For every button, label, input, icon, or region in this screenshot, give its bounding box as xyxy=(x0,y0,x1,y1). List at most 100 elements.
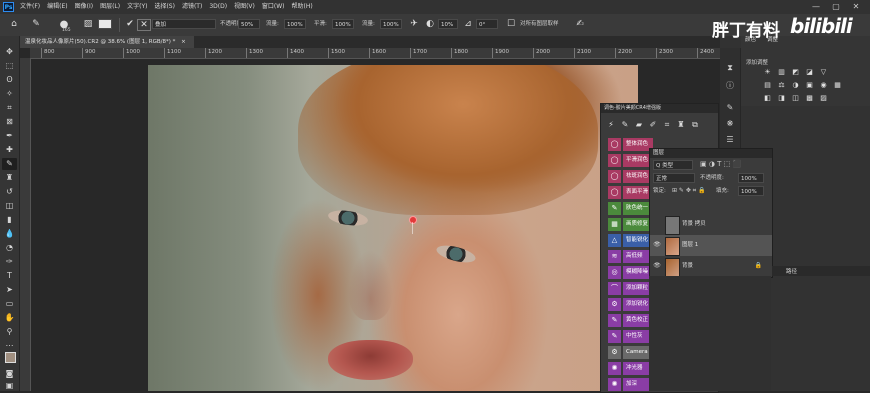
action-item[interactable]: ▦ 画质修复 xyxy=(608,218,653,231)
info-icon[interactable]: ⓘ xyxy=(724,80,736,92)
eraser-tool-icon[interactable]: ◫ xyxy=(2,200,17,212)
angle-field[interactable]: 10% xyxy=(438,19,458,29)
action-item[interactable]: ✺ 加深 xyxy=(608,378,653,391)
lasso-tool-icon[interactable]: ʘ xyxy=(2,74,17,86)
type-tool-icon[interactable]: T xyxy=(2,270,17,282)
action-item[interactable]: ✎ 中性灰 xyxy=(608,330,653,343)
quick-select-tool-icon[interactable]: ✧ xyxy=(2,88,17,100)
layer-visibility-icon[interactable]: 👁 xyxy=(653,241,661,249)
menu-type[interactable]: 文字(Y) xyxy=(127,0,147,14)
channel-mixer-icon[interactable]: ◉ xyxy=(819,82,828,89)
pen-tool-icon[interactable]: ✑ xyxy=(2,256,17,268)
layer-blend-dropdown[interactable]: 正常 xyxy=(653,173,695,183)
flow-field[interactable]: 100% xyxy=(284,19,306,29)
rotation-field[interactable]: 0° xyxy=(476,19,498,29)
flow2-field[interactable]: 100% xyxy=(380,19,402,29)
photo-filter-icon[interactable]: ▣ xyxy=(805,82,814,89)
stamp-tool-icon[interactable]: ♜ xyxy=(2,172,17,184)
action-item[interactable]: ⚙Camera Raw xyxy=(608,346,653,359)
invert-icon[interactable]: ◧ xyxy=(763,95,772,102)
erase-icon[interactable]: ✔ xyxy=(124,18,136,31)
mode-dropdown[interactable]: 叠加 xyxy=(152,19,216,29)
photoshop-logo-icon[interactable]: Ps xyxy=(3,2,14,12)
action-item[interactable]: ✺ 冲光器 xyxy=(608,362,653,375)
layer-opacity-field[interactable]: 100% xyxy=(738,173,764,183)
marquee-tool-icon[interactable]: ⬚ xyxy=(2,60,17,72)
smooth-field[interactable]: 100% xyxy=(332,19,354,29)
action-item[interactable]: △ 智能锐化 xyxy=(608,234,653,247)
menu-filter[interactable]: 滤镜(T) xyxy=(182,0,202,14)
menu-file[interactable]: 文件(F) xyxy=(20,0,40,14)
document-tab[interactable]: 温泉化妆品人像原片(50).CR2 @ 38.6% (图层 1, RGB/8*)… xyxy=(20,36,194,48)
close-window-button[interactable]: ✕ xyxy=(846,0,866,14)
layer-visibility-icon[interactable]: 👁 xyxy=(653,262,661,270)
tab-paths[interactable]: 路径 xyxy=(786,267,797,275)
layer-filter-dropdown[interactable]: Q 类型 xyxy=(653,160,693,170)
wand-icon[interactable]: ⚡ xyxy=(605,119,617,131)
history-brush-icon[interactable]: ↺ xyxy=(2,186,17,198)
stamp-icon[interactable]: ♜ xyxy=(675,119,687,131)
menu-window[interactable]: 窗口(W) xyxy=(262,0,285,14)
healing-tool-icon[interactable]: ✚ xyxy=(2,144,17,156)
history-icon[interactable]: ⧗ xyxy=(724,62,736,74)
brush-tool-icon[interactable]: ✎ xyxy=(2,158,17,170)
eyedropper-tool-icon[interactable]: ✒ xyxy=(2,130,17,142)
brush-settings-icon[interactable]: ▨ xyxy=(82,18,94,31)
home-icon[interactable]: ⌂ xyxy=(8,18,20,31)
hand-tool-icon[interactable]: ✋ xyxy=(2,312,17,324)
blur-tool-icon[interactable]: 💧 xyxy=(2,228,17,240)
layer-visibility-icon[interactable] xyxy=(653,220,661,228)
action-item[interactable]: ✎ 黄色校正 xyxy=(608,314,653,327)
exposure-icon[interactable]: ◪ xyxy=(805,69,814,76)
screen-mode-icon[interactable]: ▣ xyxy=(2,380,17,392)
crop-tool-icon[interactable]: ⌗ xyxy=(2,102,17,114)
action-item[interactable]: ≋ 高低频 xyxy=(608,250,653,263)
action-item[interactable]: ◯ 平滑润色 xyxy=(608,154,653,167)
menu-select[interactable]: 选择(S) xyxy=(154,0,175,14)
maximize-button[interactable]: ▢ xyxy=(826,0,846,14)
mask-icon[interactable]: ✕ xyxy=(137,19,151,31)
action-item[interactable]: ◯ 整体润色 xyxy=(608,138,653,151)
pressure-icon[interactable]: ✍ xyxy=(574,18,586,31)
menu-3d[interactable]: 3D(D) xyxy=(209,0,227,14)
layer-row-background-copy[interactable]: 背景 拷贝 xyxy=(650,214,772,235)
action-item[interactable]: ⌒ 添加颗粒 xyxy=(608,282,653,295)
layer-row-background[interactable]: 👁 背景 🔒 xyxy=(650,256,772,277)
sample-all-layers-label[interactable]: 对所有图层取样 xyxy=(520,19,559,30)
path-select-tool-icon[interactable]: ➤ xyxy=(2,284,17,296)
pen-icon[interactable]: ✎ xyxy=(619,119,631,131)
posterize-icon[interactable]: ◨ xyxy=(777,95,786,102)
vibrance-icon[interactable]: ▽ xyxy=(819,69,828,76)
opacity-field[interactable]: 50% xyxy=(238,19,260,29)
brightness-icon[interactable]: ☀ xyxy=(763,69,772,76)
hue-saturation-icon[interactable]: ▤ xyxy=(763,82,772,89)
selective-color-icon[interactable]: ▨ xyxy=(819,95,828,102)
airbrush-icon[interactable]: ✈ xyxy=(408,18,420,31)
minimize-button[interactable]: — xyxy=(806,0,826,14)
action-item[interactable]: ◎ 模糊降噪 xyxy=(608,266,653,279)
dodge-tool-icon[interactable]: ◔ xyxy=(2,242,17,254)
action-item[interactable]: ◯ 表面平滑 xyxy=(608,186,653,199)
frame-tool-icon[interactable]: ⊠ xyxy=(2,116,17,128)
angle-icon[interactable]: ⊿ xyxy=(462,18,474,31)
filter-icons[interactable]: ▣ ◑ T ⬚ ⬛ xyxy=(700,160,741,168)
more-tools-icon[interactable]: ⋯ xyxy=(2,340,17,352)
move-tool-icon[interactable]: ✥ xyxy=(2,46,17,58)
brush-icon[interactable]: ✐ xyxy=(647,119,659,131)
layer-row-layer1[interactable]: 👁 图层 1 xyxy=(650,235,772,256)
curves-icon[interactable]: ◩ xyxy=(791,69,800,76)
menu-layer[interactable]: 图层(L) xyxy=(100,0,120,14)
brushes-panel-icon[interactable]: ❋ xyxy=(724,118,736,130)
color-swatch[interactable] xyxy=(98,19,112,29)
tab-layers[interactable]: 图层 xyxy=(653,149,664,158)
black-white-icon[interactable]: ◑ xyxy=(791,82,800,89)
gradient-tool-icon[interactable]: ▮ xyxy=(2,214,17,226)
quick-mask-icon[interactable]: ◙ xyxy=(2,368,17,380)
zoom-tool-icon[interactable]: ⚲ xyxy=(2,326,17,338)
layers-icon[interactable]: ⧉ xyxy=(689,119,701,131)
action-item[interactable]: ✎ 肤色统一 xyxy=(608,202,653,215)
crop-icon[interactable]: ⌗ xyxy=(661,119,673,131)
brush-tool-preset-icon[interactable]: ✎ xyxy=(30,18,42,31)
menu-help[interactable]: 帮助(H) xyxy=(292,0,313,14)
levels-icon[interactable]: ▥ xyxy=(777,69,786,76)
